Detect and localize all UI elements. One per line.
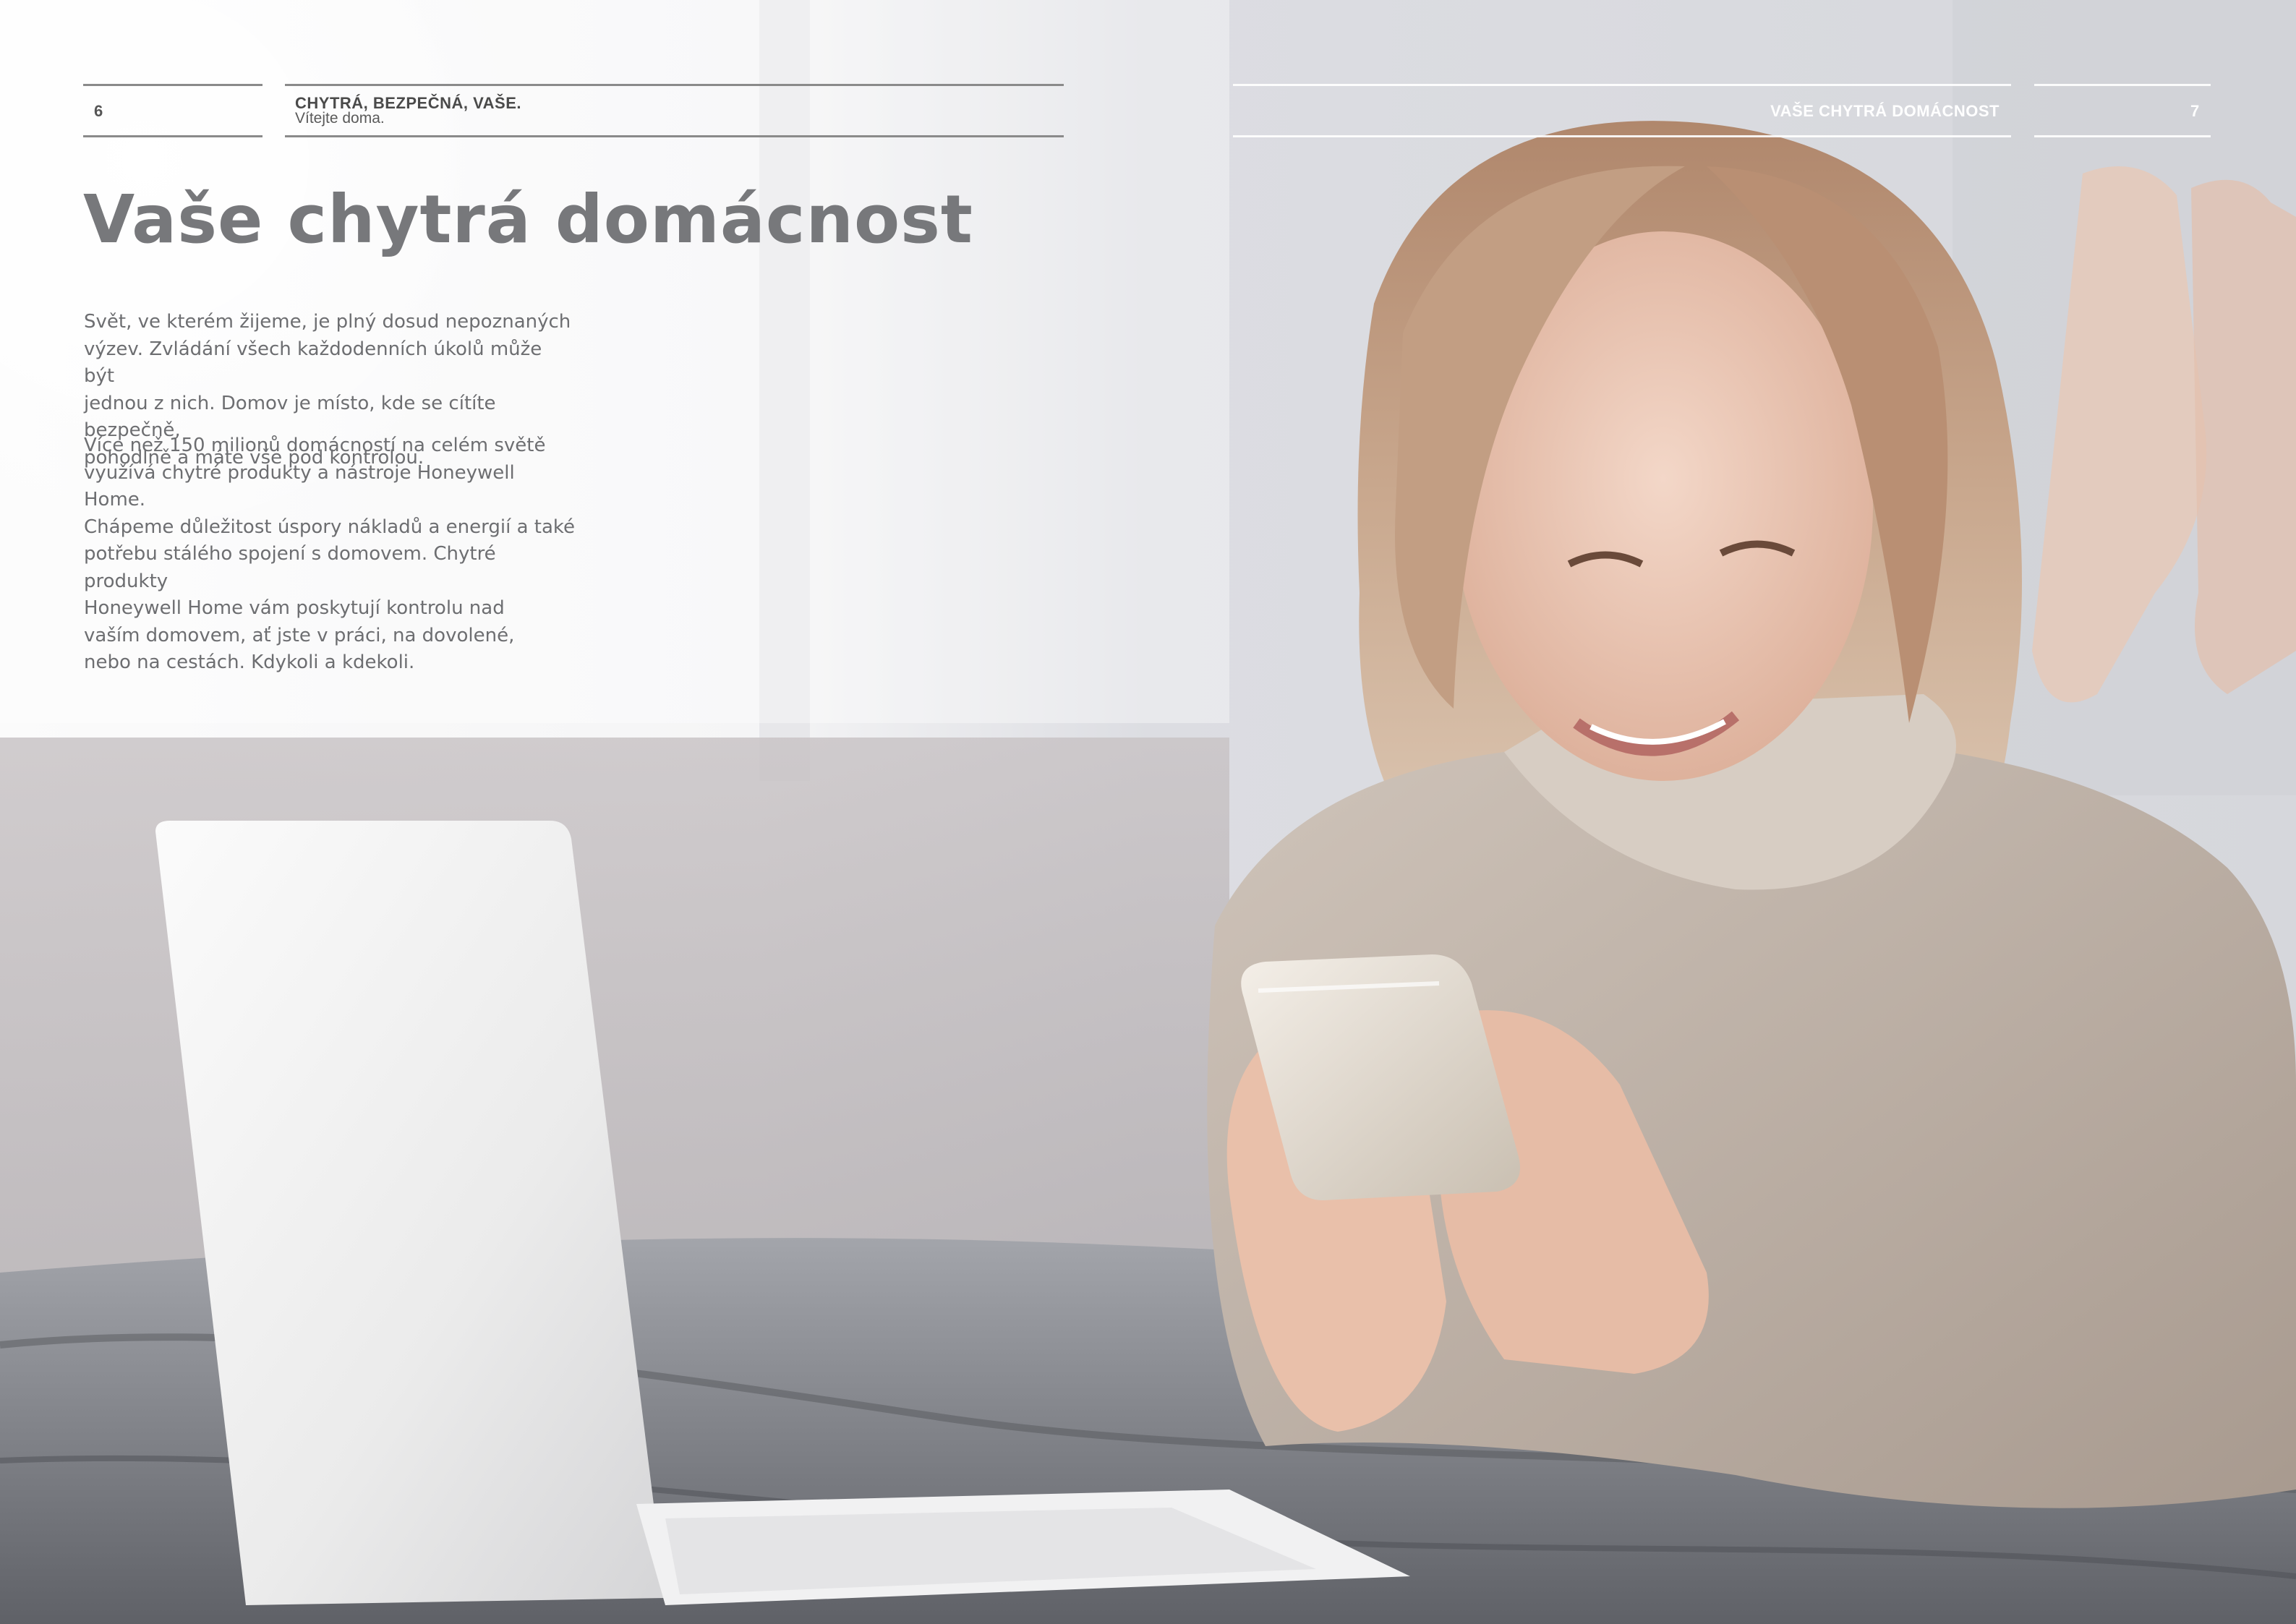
honeywell-line-3: Chápeme důležitost úspory nákladů a ener…	[84, 516, 576, 538]
header-right-rule-top	[1233, 84, 2011, 86]
header-right-num-rule-bottom	[2034, 135, 2211, 137]
chapter-title: VAŠE CHYTRÁ DOMÁCNOST	[1770, 102, 2000, 120]
honeywell-line-2: využívá chytré produkty a nástroje Honey…	[84, 461, 515, 511]
honeywell-line-4: potřebu stálého spojení s domovem. Chytr…	[84, 543, 496, 592]
section-subtitle: Vítejte doma.	[295, 110, 385, 127]
header-title-rule-top	[285, 84, 1064, 86]
honeywell-line-6: vaším domovem, ať jste v práci, na dovol…	[84, 624, 515, 646]
header-title-rule-bottom	[285, 135, 1064, 137]
header-right-rule-bottom	[1233, 135, 2011, 137]
intro-line-1: Svět, ve kterém žijeme, je plný dosud ne…	[84, 311, 571, 333]
honeywell-line-5: Honeywell Home vám poskytují kontrolu na…	[84, 597, 505, 619]
header-left-rule-bottom	[83, 135, 263, 137]
header-left-rule-top	[83, 84, 263, 86]
page-number-left: 6	[94, 102, 103, 120]
intro-line-2: výzev. Zvládání všech každodenních úkolů…	[84, 338, 542, 388]
honeywell-line-1: Více než 150 milionů domácností na celém…	[84, 435, 546, 456]
honeywell-paragraph: Více než 150 milionů domácností na celém…	[84, 432, 576, 677]
page-heading: Vaše chytrá domácnost	[83, 181, 973, 258]
header-right-num-rule-top	[2034, 84, 2211, 86]
page-number-right: 7	[2190, 102, 2200, 120]
honeywell-line-7: nebo na cestách. Kdykoli a kdekoli.	[84, 651, 415, 673]
